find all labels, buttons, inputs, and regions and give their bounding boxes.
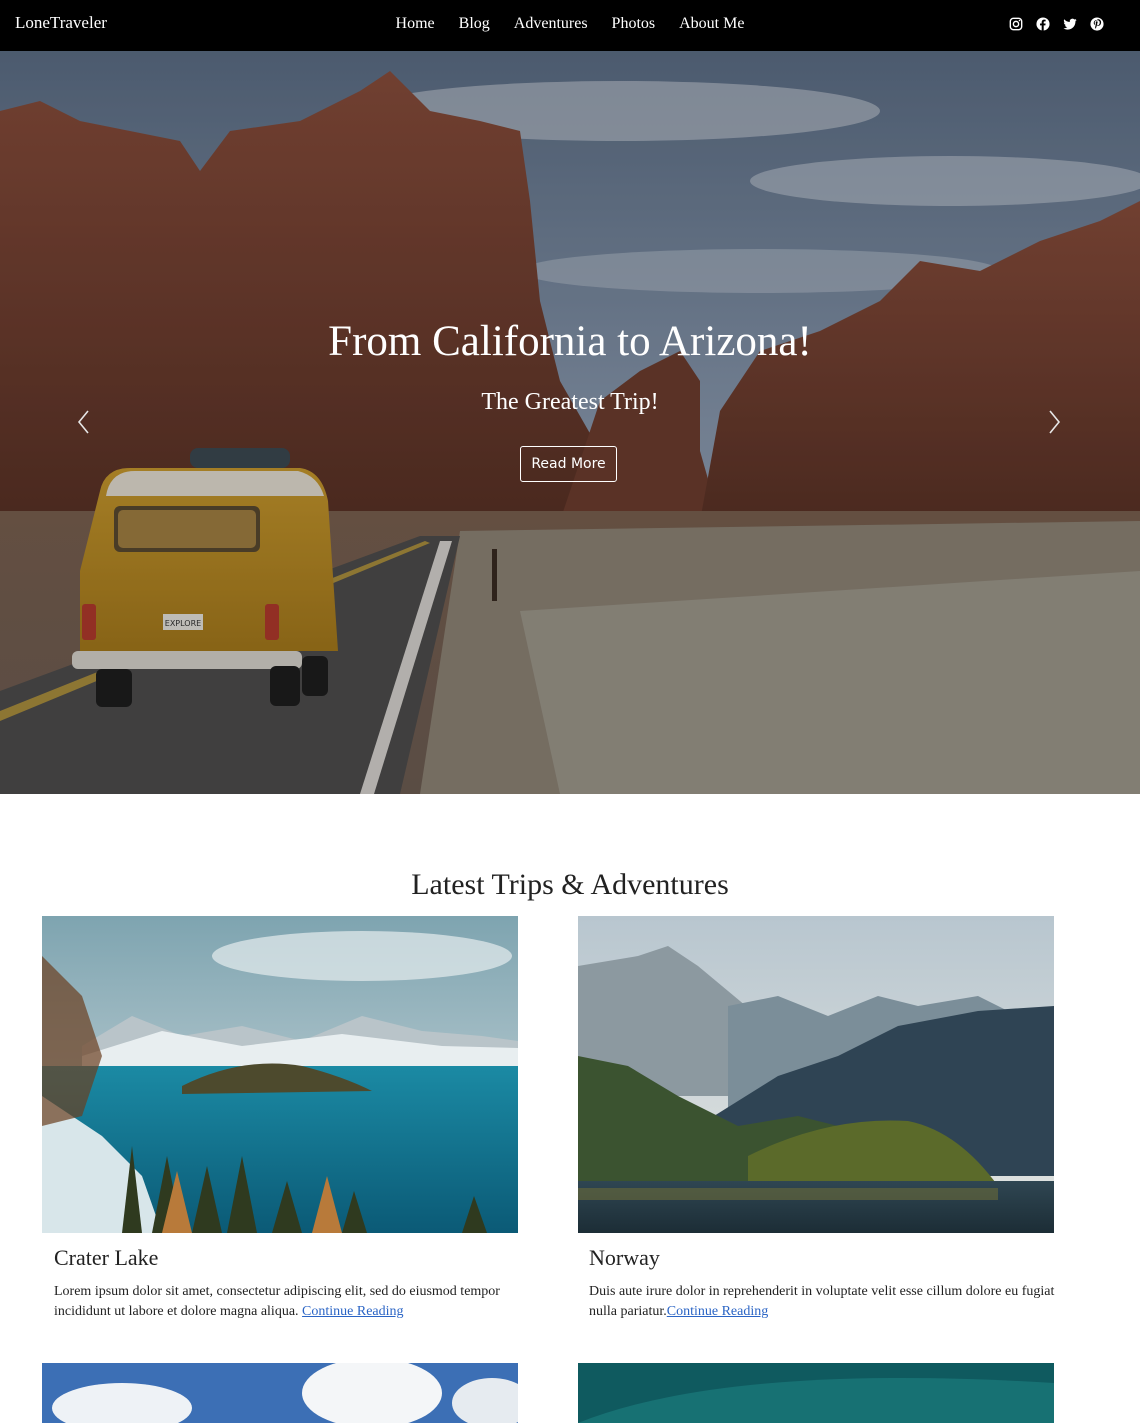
nav-blog[interactable]: Blog	[459, 15, 490, 33]
twitter-icon[interactable]	[1063, 17, 1077, 31]
norway-image[interactable]	[578, 916, 1054, 1233]
instagram-icon[interactable]	[1009, 17, 1023, 31]
navbar: LoneTraveler Home Blog Adventures Photos…	[0, 0, 1140, 51]
hero-overlay	[0, 51, 1140, 794]
post-title-norway[interactable]: Norway	[589, 1245, 660, 1271]
excerpt-text: Duis aute irure dolor in reprehenderit i…	[589, 1284, 1055, 1319]
hero-subtitle: The Greatest Trip!	[481, 389, 659, 415]
carousel-prev-icon[interactable]	[74, 407, 94, 437]
facebook-icon[interactable]	[1036, 17, 1050, 31]
hero-title: From California to Arizona!	[328, 318, 812, 365]
continue-reading-link[interactable]: Continue Reading	[667, 1304, 769, 1319]
pinterest-icon[interactable]	[1090, 17, 1104, 31]
post-excerpt-norway: Duis aute irure dolor in reprehenderit i…	[589, 1282, 1081, 1322]
read-more-button[interactable]: Read More	[520, 446, 617, 482]
post-excerpt-crater-lake: Lorem ipsum dolor sit amet, consectetur …	[54, 1282, 546, 1322]
crater-lake-image[interactable]	[42, 916, 518, 1233]
post-title-crater-lake[interactable]: Crater Lake	[54, 1245, 158, 1271]
post-image-3[interactable]	[42, 1363, 518, 1423]
post-image-4[interactable]	[578, 1363, 1054, 1423]
nav-about-me[interactable]: About Me	[679, 15, 744, 33]
nav-links: Home Blog Adventures Photos About Me	[0, 15, 1140, 33]
carousel-next-icon[interactable]	[1044, 407, 1064, 437]
continue-reading-link[interactable]: Continue Reading	[302, 1304, 404, 1319]
social-links	[1009, 17, 1104, 31]
hero-carousel: EXPLORE From California to Arizona! The …	[0, 51, 1140, 794]
nav-adventures[interactable]: Adventures	[514, 15, 588, 33]
excerpt-text: Lorem ipsum dolor sit amet, consectetur …	[54, 1284, 500, 1319]
nav-home[interactable]: Home	[396, 15, 435, 33]
section-title: Latest Trips & Adventures	[411, 868, 729, 901]
nav-photos[interactable]: Photos	[612, 15, 656, 33]
